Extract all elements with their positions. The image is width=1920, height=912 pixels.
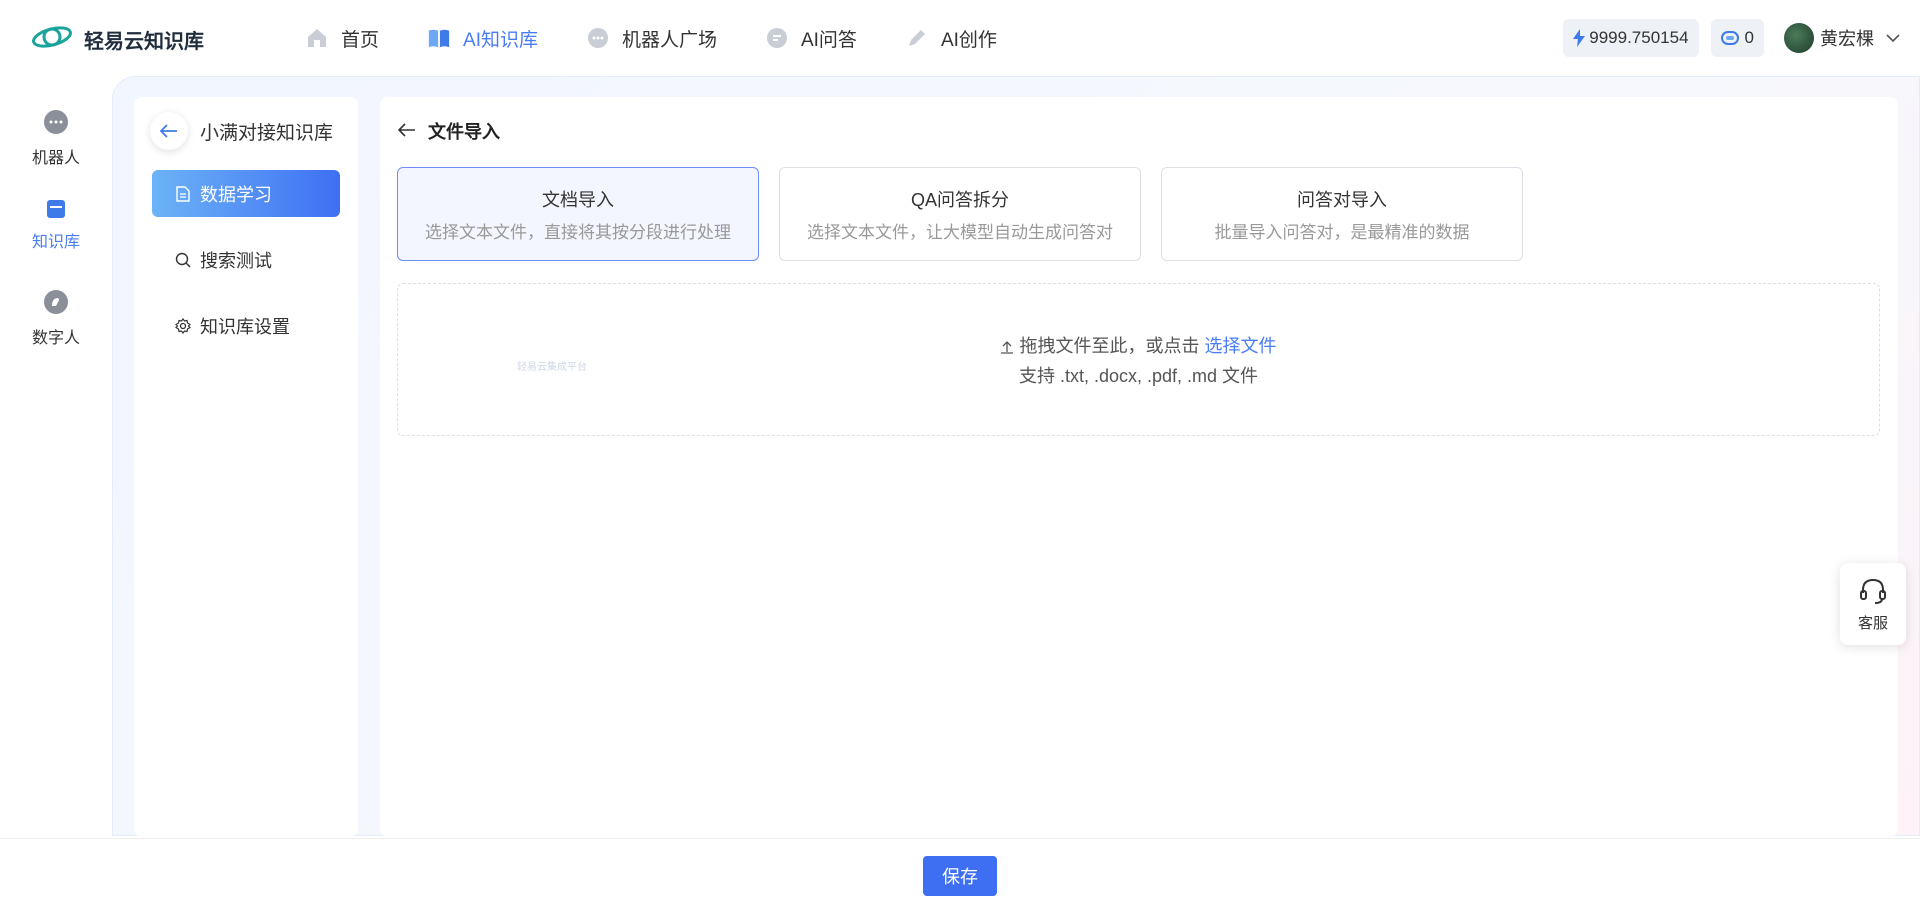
kb-name: 小满对接知识库 [200,122,334,144]
option-title: 问答对导入 [1297,189,1387,210]
rail-item-label: 机器人 [31,150,80,167]
page-title: 文件导入 [428,122,500,142]
nav-home[interactable]: 首页 [305,20,379,56]
avatar [1784,23,1814,53]
upload-icon [1000,340,1014,354]
option-title: 文档导入 [542,189,614,210]
user-menu[interactable]: 黄宏棵 [1784,23,1900,53]
planet-logo-icon [30,22,74,57]
top-header: 轻易云知识库 首页 AI知识库 机器人广场 AI问答 AI创作 9999.750… [0,0,1920,76]
menu-item-label: 知识库设置 [200,316,290,337]
dropzone-instruction: 拖拽文件至此，或点击 选择文件 [1000,332,1277,358]
customer-service-button[interactable]: 客服 [1840,563,1906,645]
option-doc-import[interactable]: 文档导入 选择文本文件，直接将其按分段进行处理 [397,167,759,261]
rail-item-label: 数字人 [31,330,80,347]
nav-ai-create-label: AI创作 [940,29,997,51]
logo[interactable]: 轻易云知识库 [30,22,204,57]
page-title-row: 文件导入 [397,118,500,144]
option-desc: 选择文本文件，让大模型自动生成问答对 [807,222,1113,242]
option-qa-split[interactable]: QA问答拆分 选择文本文件，让大模型自动生成问答对 [779,167,1141,261]
menu-item-label: 搜索测试 [200,250,272,271]
watermark: 轻易云集成平台 [517,362,587,373]
nav-robot-square[interactable]: 机器人广场 [586,20,717,56]
chevron-down-icon [1886,33,1900,43]
balance-value: 9999.750154 [1589,28,1689,47]
arrow-left-icon [160,124,178,138]
menu-item-data-learning[interactable]: 数据学习 [152,170,340,217]
back-arrow-icon[interactable] [397,120,416,143]
customer-service-label: 客服 [1857,614,1888,632]
dropzone-hint: 支持 .txt, .docx, .pdf, .md 文件 [1018,365,1259,386]
rail-item-label: 知识库 [31,234,80,251]
home-icon [305,26,329,50]
back-button[interactable] [150,112,188,150]
file-dropzone[interactable]: 拖拽文件至此，或点击 选择文件 支持 .txt, .docx, .pdf, .m… [397,283,1880,436]
kb-header: 小满对接知识库 [150,112,333,150]
nav-ai-qa-label: AI问答 [800,29,857,51]
token-badge[interactable]: 0 [1710,19,1764,57]
nav-ai-knowledge-label: AI知识库 [463,29,538,51]
rail-item-digital-human[interactable]: 数字人 [0,290,112,380]
menu-item-kb-settings[interactable]: 知识库设置 [152,302,340,349]
nav-ai-knowledge[interactable]: AI知识库 [427,20,538,56]
option-title: QA问答拆分 [910,189,1009,210]
nav-ai-qa[interactable]: AI问答 [765,20,857,56]
nav-home-label: 首页 [341,29,380,51]
nav-ai-create[interactable]: AI创作 [905,20,997,56]
library-icon [47,200,65,218]
token-icon [1720,31,1739,45]
book-icon [427,26,451,50]
token-value: 0 [1744,28,1754,47]
select-file-link[interactable]: 选择文件 [1205,336,1277,356]
pen-icon [905,26,929,50]
robot-icon [586,26,610,50]
digital-human-icon [44,290,68,314]
menu-item-search-test[interactable]: 搜索测试 [152,236,340,283]
nav-robot-square-label: 机器人广场 [621,29,717,51]
left-rail: 机器人 知识库 数字人 [0,110,112,380]
balance-badge[interactable]: 9999.750154 [1563,19,1699,57]
robot-icon [44,110,68,134]
option-qa-pair-import[interactable]: 问答对导入 批量导入问答对，是最精准的数据 [1161,167,1523,261]
menu-item-label: 数据学习 [200,184,272,205]
document-icon [174,185,192,203]
kb-menu: 数据学习 搜索测试 知识库设置 [152,170,340,368]
headset-icon [1858,576,1888,612]
chat-icon [765,26,789,50]
main-nav: 首页 AI知识库 机器人广场 AI问答 AI创作 [305,20,1045,56]
search-icon [174,251,192,269]
rail-item-knowledge[interactable]: 知识库 [0,200,112,290]
option-desc: 选择文本文件，直接将其按分段进行处理 [425,222,731,242]
dropzone-prefix: 拖拽文件至此，或点击 [1019,335,1200,356]
header-right: 9999.750154 0 黄宏棵 [1563,19,1900,57]
lightning-icon [1573,29,1586,47]
save-button[interactable]: 保存 [923,856,997,896]
username: 黄宏棵 [1820,29,1874,49]
logo-text: 轻易云知识库 [84,31,204,53]
gear-icon [174,317,192,335]
option-desc: 批量导入问答对，是最精准的数据 [1214,222,1470,242]
rail-item-robot[interactable]: 机器人 [0,110,112,200]
